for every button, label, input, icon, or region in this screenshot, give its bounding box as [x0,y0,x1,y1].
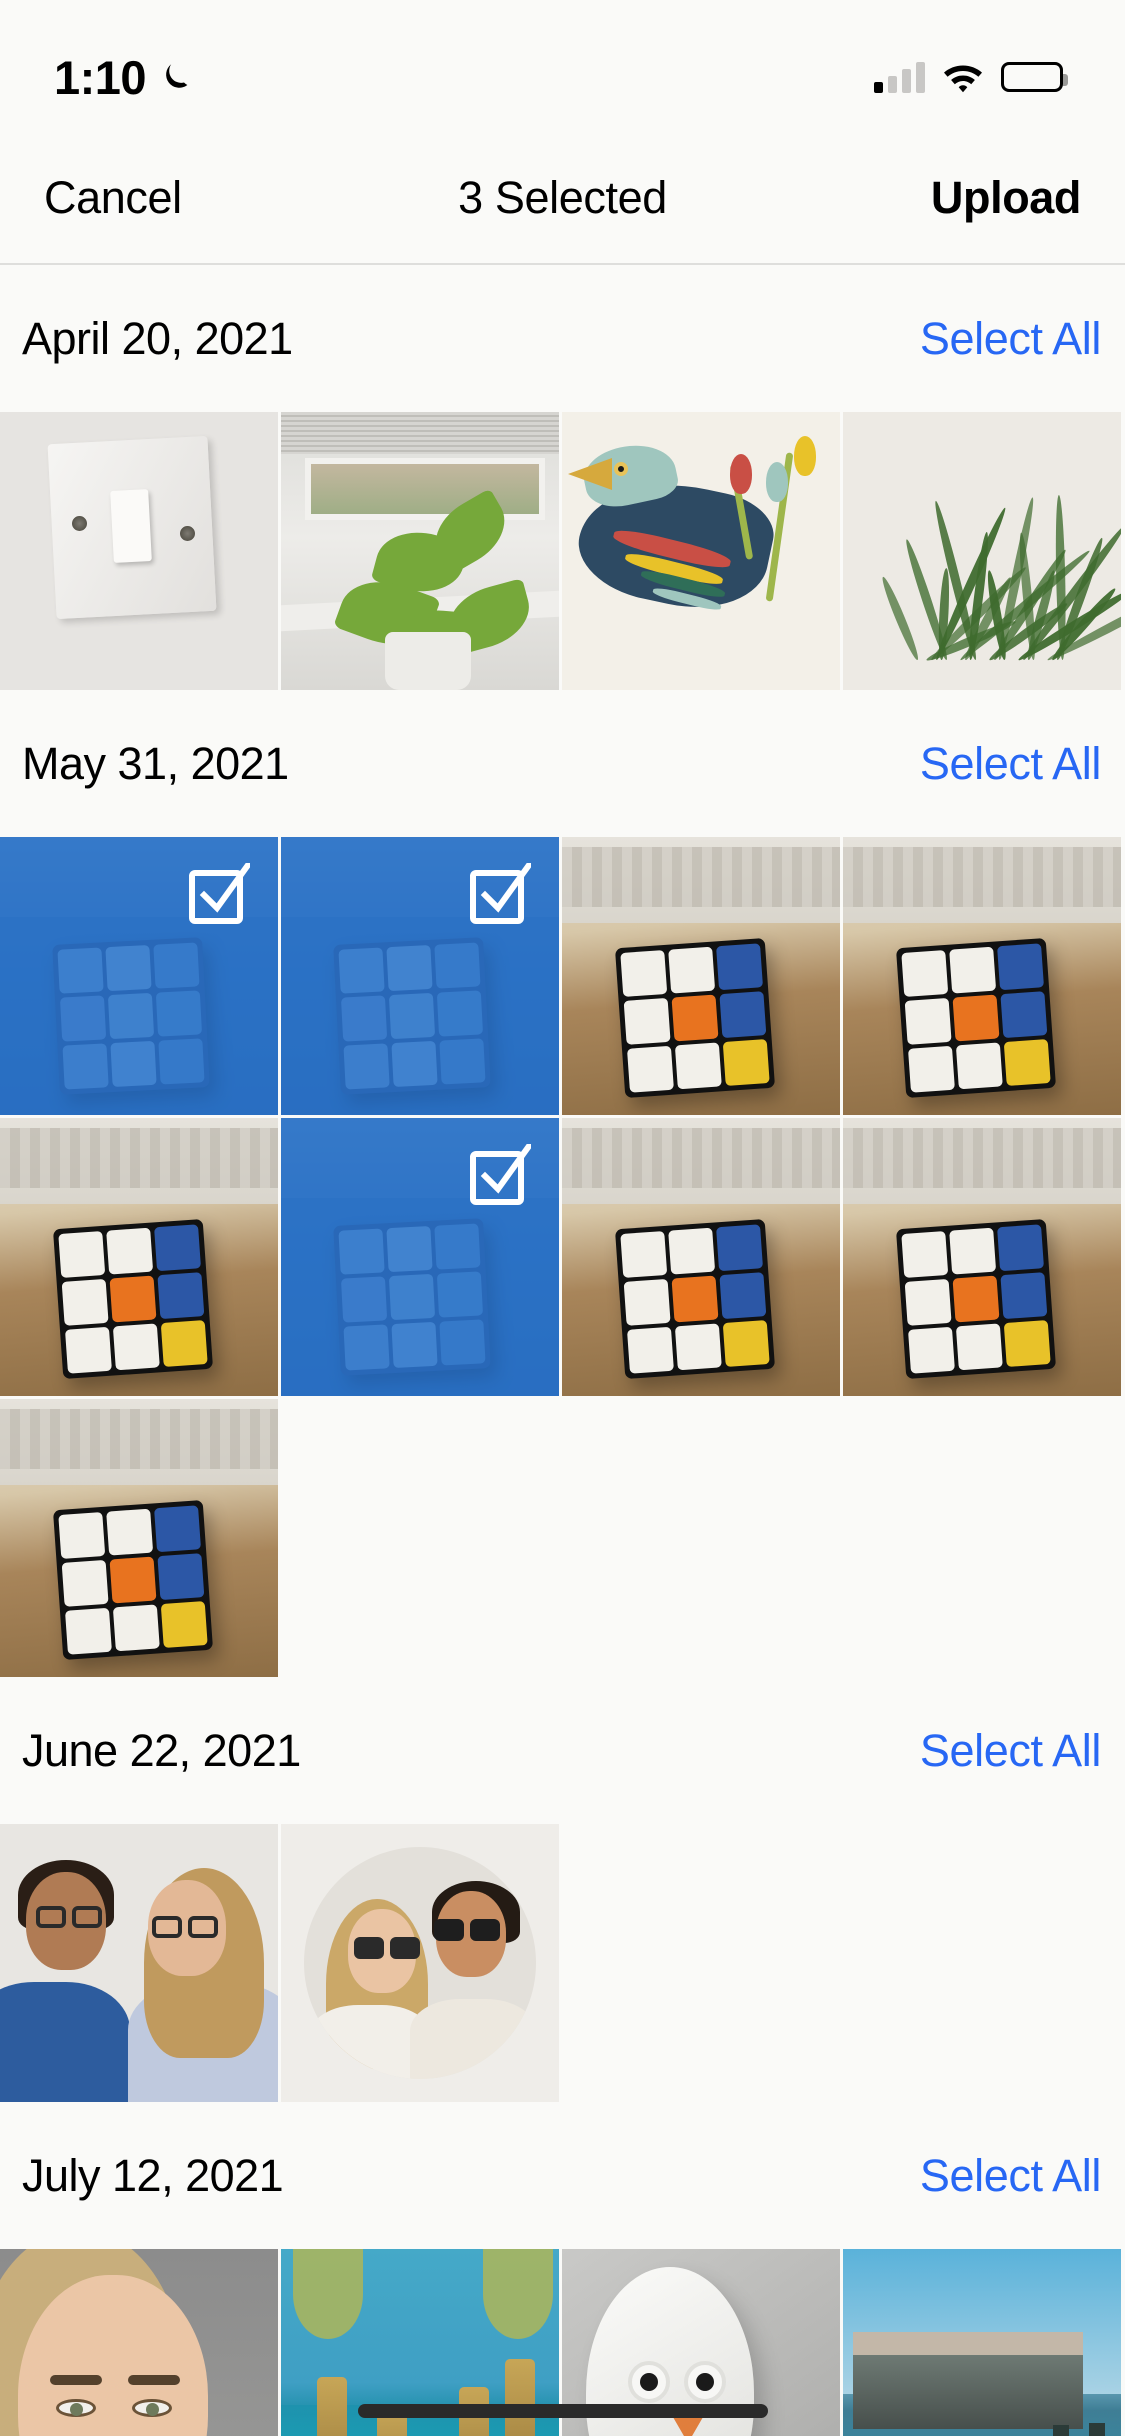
photo-light-switch[interactable] [0,412,278,690]
photo-rubiks-cube-blue-2[interactable] [281,837,559,1115]
select-all-button[interactable]: Select All [918,2144,1103,2208]
photo-section: June 22, 2021 Select All [0,1677,1125,2102]
photo-rubiks-cube-wood-1[interactable] [562,837,840,1115]
select-all-button[interactable]: Select All [918,732,1103,796]
photo-section: May 31, 2021 Select All [0,690,1125,1677]
status-bar-left: 1:10 [54,32,194,101]
cancel-button[interactable]: Cancel [40,164,186,232]
status-bar: 1:10 [0,0,1125,132]
section-header: June 22, 2021 Select All [0,1677,1125,1824]
battery-icon [1001,62,1068,92]
photo-rubiks-cube-wood-5[interactable] [843,1118,1121,1396]
photo-folk-bird-print[interactable] [562,412,840,690]
upload-button[interactable]: Upload [927,164,1085,232]
photo-couple-glasses[interactable] [0,1824,278,2102]
section-header: July 12, 2021 Select All [0,2102,1125,2249]
photo-building-pool[interactable] [843,2249,1121,2436]
photo-spider-plant[interactable] [843,412,1121,690]
section-date-label: July 12, 2021 [22,2149,284,2201]
status-bar-clock: 1:10 [54,50,147,104]
photo-section: April 20, 2021 Select All [0,265,1125,690]
photo-grid [0,1824,1125,2102]
photo-rubiks-cube-wood-3[interactable] [0,1118,278,1396]
select-all-button[interactable]: Select All [918,307,1103,371]
moon-icon [158,59,194,95]
photo-couple-sunglasses[interactable] [281,1824,559,2102]
status-bar-right [874,39,1068,93]
home-indicator [357,2404,768,2418]
section-header: May 31, 2021 Select All [0,690,1125,837]
photo-picker-scroll-area[interactable]: April 20, 2021 Select All May 31, 2021 Sele… [0,265,1125,2436]
wifi-icon [942,61,984,93]
photo-grid [0,412,1125,690]
photo-plant-windowsill-1[interactable] [281,412,559,690]
select-all-button[interactable]: Select All [918,1719,1103,1783]
section-date-label: April 20, 2021 [22,312,293,364]
photo-grid [0,837,1125,1677]
cellular-signal-icon [874,61,925,93]
photo-rubiks-cube-wood-4[interactable] [562,1118,840,1396]
photo-rubiks-cube-blue-1[interactable] [0,837,278,1115]
navigation-bar: Cancel 3 Selected Upload [0,132,1125,265]
photo-blonde-portrait[interactable] [0,2249,278,2436]
photo-rubiks-cube-blue-3[interactable] [281,1118,559,1396]
photo-rubiks-cube-wood-2[interactable] [843,837,1121,1115]
section-date-label: May 31, 2021 [22,737,289,789]
section-date-label: June 22, 2021 [22,1724,301,1776]
photo-section: July 12, 2021 Select All [0,2102,1125,2436]
selected-count-title: 3 Selected [458,171,667,223]
section-header: April 20, 2021 Select All [0,265,1125,412]
photo-rubiks-cube-wood-6[interactable] [0,1399,278,1677]
